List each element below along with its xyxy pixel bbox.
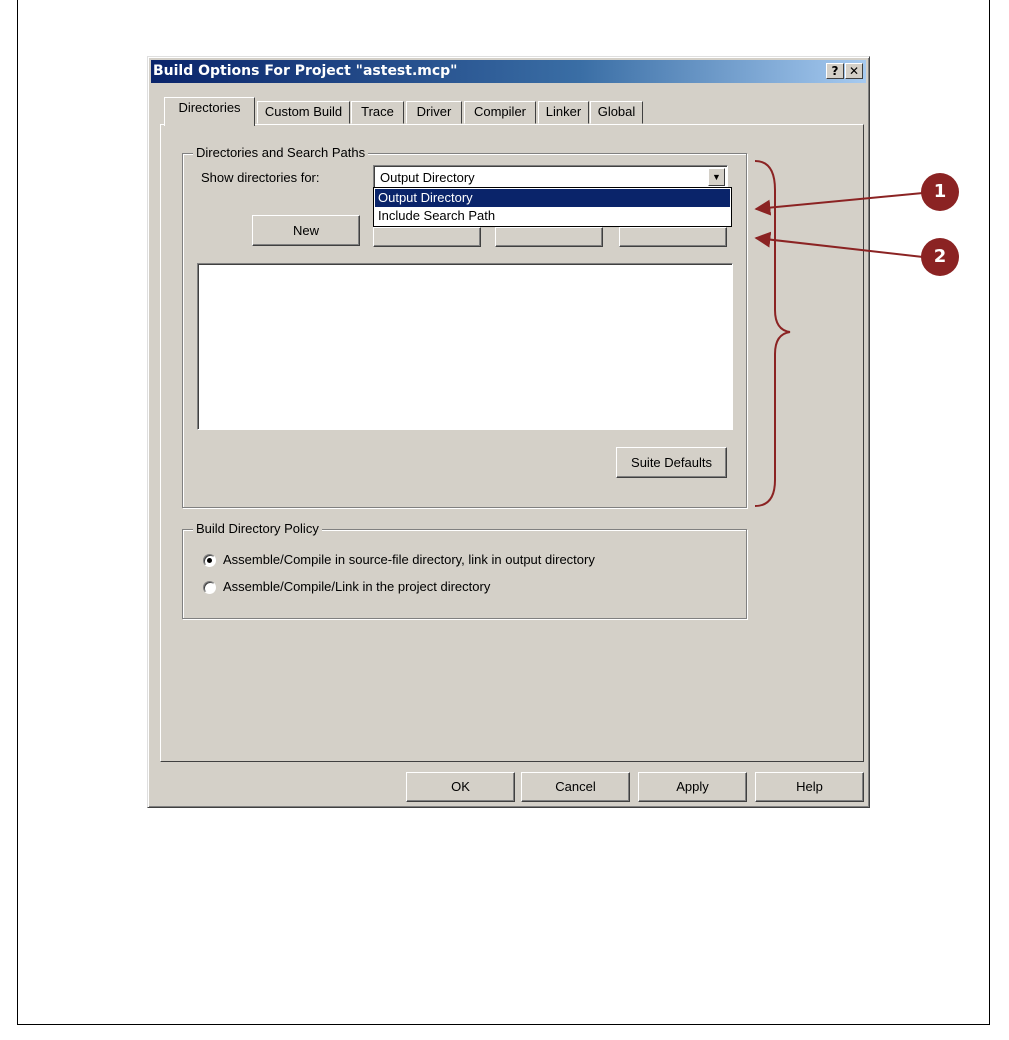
callout-2: 2: [921, 238, 959, 276]
arrow-2: [754, 231, 924, 258]
option-output-directory[interactable]: Output Directory: [375, 189, 730, 207]
option-include-search-path[interactable]: Include Search Path: [375, 207, 730, 225]
annotation-overlay: [754, 160, 924, 507]
directories-dropdown-list: Output Directory Include Search Path: [373, 187, 732, 227]
arrow-1: [754, 192, 924, 216]
bracket-brace: [754, 160, 791, 507]
callout-1: 1: [921, 173, 959, 211]
tab-directories[interactable]: Directories: [164, 97, 255, 126]
